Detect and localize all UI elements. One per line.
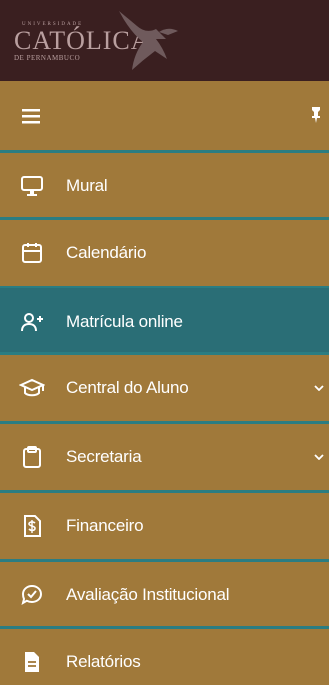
clipboard-icon — [19, 444, 45, 470]
menu-item-label: Matrícula online — [66, 311, 183, 331]
brand-header: UNIVERSIDADE CATÓLICA DE PERNAMBUCO — [0, 0, 329, 81]
pin-sidebar-button[interactable] — [306, 105, 326, 125]
menu-item-label: Financeiro — [66, 515, 144, 535]
sidebar-toolbar — [0, 81, 329, 150]
menu-item-label: Avaliação Institucional — [66, 584, 230, 604]
chevron-down-icon[interactable] — [312, 381, 326, 395]
hamburger-icon — [22, 109, 40, 124]
dollar-file-icon — [19, 513, 45, 539]
menu-item-central-do-aluno[interactable]: Central do Aluno — [0, 354, 329, 421]
menu-item-label: Central do Aluno — [66, 377, 189, 397]
menu-item-mural[interactable]: Mural — [0, 152, 329, 219]
menu-item-avaliacao-institucional[interactable]: Avaliação Institucional — [0, 561, 329, 628]
menu-item-matricula-online[interactable]: Matrícula online — [0, 288, 329, 355]
document-icon — [19, 649, 45, 675]
menu-item-secretaria[interactable]: Secretaria — [0, 423, 329, 490]
calendar-icon — [19, 240, 45, 266]
menu-item-label: Mural — [66, 175, 108, 195]
menu-item-label: Calendário — [66, 242, 147, 262]
menu-item-financeiro[interactable]: Financeiro — [0, 492, 329, 559]
user-plus-icon — [19, 309, 45, 335]
graduation-cap-icon — [19, 375, 45, 401]
menu-item-relatorios[interactable]: Relatórios — [0, 628, 329, 685]
pin-icon — [312, 107, 320, 123]
monitor-icon — [19, 173, 45, 199]
menu-item-label: Relatórios — [66, 651, 141, 671]
menu-toggle-button[interactable] — [20, 105, 44, 127]
menu-item-label: Secretaria — [66, 446, 142, 466]
sidebar: UNIVERSIDADE CATÓLICA DE PERNAMBUCO Mura… — [0, 0, 329, 685]
check-chat-icon — [19, 582, 45, 608]
chevron-down-icon[interactable] — [312, 450, 326, 464]
dove-icon — [119, 11, 178, 70]
menu-item-calendario[interactable]: Calendário — [0, 219, 329, 286]
